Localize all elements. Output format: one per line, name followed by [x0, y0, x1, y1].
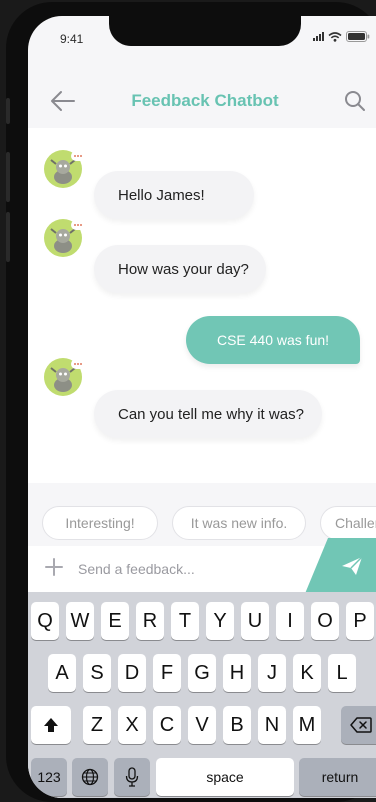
status-time: 9:41	[60, 32, 84, 46]
key-y[interactable]: Y	[206, 602, 234, 640]
quick-reply-chip[interactable]: It was new info.	[172, 506, 306, 540]
key-i[interactable]: I	[276, 602, 304, 640]
message-text: Hello James!	[118, 186, 205, 204]
globe-icon	[81, 768, 99, 786]
return-key[interactable]: return	[299, 758, 376, 796]
screen: 9:41 Feedback Chatbot Hello James! How w…	[28, 16, 376, 798]
microphone-icon	[125, 767, 139, 787]
quick-reply-chip[interactable]: Challen	[320, 506, 376, 540]
send-button[interactable]	[304, 538, 376, 596]
bot-avatar	[44, 150, 85, 188]
key-d[interactable]: D	[118, 654, 146, 692]
key-x[interactable]: X	[118, 706, 146, 744]
key-b[interactable]: B	[223, 706, 251, 744]
keyboard: Q W E R T Y U I O P A S D F G H J K L Z …	[28, 592, 376, 798]
key-z[interactable]: Z	[83, 706, 111, 744]
plus-icon	[45, 558, 63, 576]
key-v[interactable]: V	[188, 706, 216, 744]
volume-up-button	[6, 152, 10, 202]
bot-avatar	[44, 358, 85, 396]
add-attachment-button[interactable]	[44, 557, 64, 580]
chat-header: Feedback Chatbot	[28, 76, 376, 126]
typing-dots-icon	[71, 151, 85, 161]
key-g[interactable]: G	[188, 654, 216, 692]
wifi-icon	[328, 31, 342, 42]
key-l[interactable]: L	[328, 654, 356, 692]
signal-icon	[313, 32, 324, 41]
mute-switch	[6, 98, 10, 124]
backspace-icon	[350, 717, 372, 733]
numbers-key[interactable]: 123	[31, 758, 67, 796]
composer	[28, 538, 376, 596]
key-w[interactable]: W	[66, 602, 94, 640]
key-e[interactable]: E	[101, 602, 129, 640]
message-text: How was your day?	[118, 260, 249, 278]
key-s[interactable]: S	[83, 654, 111, 692]
key-j[interactable]: J	[258, 654, 286, 692]
battery-icon	[346, 31, 370, 42]
key-c[interactable]: C	[153, 706, 181, 744]
bot-message: Hello James!	[94, 171, 254, 219]
shift-icon	[44, 718, 58, 732]
key-k[interactable]: K	[293, 654, 321, 692]
backspace-key[interactable]	[341, 706, 376, 744]
key-q[interactable]: Q	[31, 602, 59, 640]
key-m[interactable]: M	[293, 706, 321, 744]
key-h[interactable]: H	[223, 654, 251, 692]
key-p[interactable]: P	[346, 602, 374, 640]
message-text: Can you tell me why it was?	[118, 405, 304, 423]
search-icon	[345, 91, 365, 111]
page-title: Feedback Chatbot	[131, 91, 279, 110]
key-r[interactable]: R	[136, 602, 164, 640]
space-key[interactable]: space	[156, 758, 294, 796]
bot-message: How was your day?	[94, 245, 266, 293]
typing-dots-icon	[71, 359, 85, 369]
microphone-key[interactable]	[114, 758, 150, 796]
globe-key[interactable]	[72, 758, 108, 796]
phone-frame: 9:41 Feedback Chatbot Hello James! How w…	[6, 2, 376, 802]
chat-area: Hello James! How was your day? CSE 440 w…	[28, 128, 376, 483]
key-f[interactable]: F	[153, 654, 181, 692]
key-o[interactable]: O	[311, 602, 339, 640]
message-text: CSE 440 was fun!	[216, 332, 330, 348]
quick-reply-chip[interactable]: Interesting!	[42, 506, 158, 540]
key-t[interactable]: T	[171, 602, 199, 640]
feedback-input[interactable]	[78, 556, 288, 582]
status-icons	[313, 31, 370, 42]
volume-down-button	[6, 212, 10, 262]
key-n[interactable]: N	[258, 706, 286, 744]
bot-message: Can you tell me why it was?	[94, 390, 322, 438]
bot-avatar	[44, 219, 85, 257]
user-message: CSE 440 was fun!	[186, 316, 360, 364]
quick-replies: Interesting! It was new info. Challen	[28, 486, 376, 546]
shift-key[interactable]	[31, 706, 71, 744]
key-u[interactable]: U	[241, 602, 269, 640]
notch	[109, 16, 301, 46]
paper-plane-icon	[342, 556, 363, 575]
typing-dots-icon	[71, 220, 85, 230]
key-a[interactable]: A	[48, 654, 76, 692]
search-button[interactable]	[344, 90, 366, 112]
